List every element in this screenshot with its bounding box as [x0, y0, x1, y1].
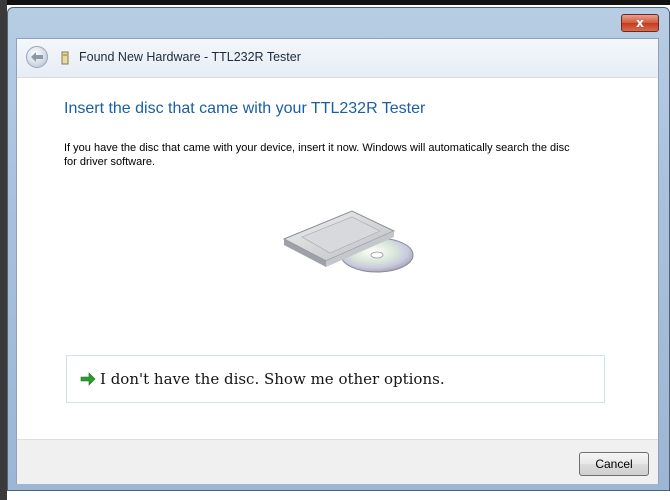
- hardware-icon: [61, 51, 69, 65]
- wizard-window: x Found New Hardware - TTL232R Tester In…: [7, 7, 670, 491]
- window-title: Found New Hardware - TTL232R Tester: [79, 50, 301, 64]
- instruction-text: If you have the disc that came with your…: [64, 142, 570, 168]
- no-disc-option-label: I don't have the disc. Show me other opt…: [100, 370, 445, 388]
- back-button[interactable]: [26, 46, 48, 68]
- disc-drive-icon: [282, 210, 414, 273]
- cancel-button[interactable]: Cancel: [579, 452, 649, 476]
- no-disc-option[interactable]: I don't have the disc. Show me other opt…: [66, 355, 605, 403]
- back-arrow-icon: [31, 52, 43, 62]
- wizard-footer: Cancel: [17, 439, 658, 484]
- close-icon: x: [636, 16, 644, 30]
- page-heading: Insert the disc that came with your TTL2…: [64, 100, 426, 117]
- close-button[interactable]: x: [621, 14, 659, 32]
- frame-left-border: [0, 0, 7, 500]
- wizard-header: Found New Hardware - TTL232R Tester: [17, 39, 658, 78]
- green-arrow-icon: [80, 372, 96, 386]
- frame-top-border: [0, 0, 670, 5]
- wizard-client-area: Found New Hardware - TTL232R Tester Inse…: [16, 38, 659, 484]
